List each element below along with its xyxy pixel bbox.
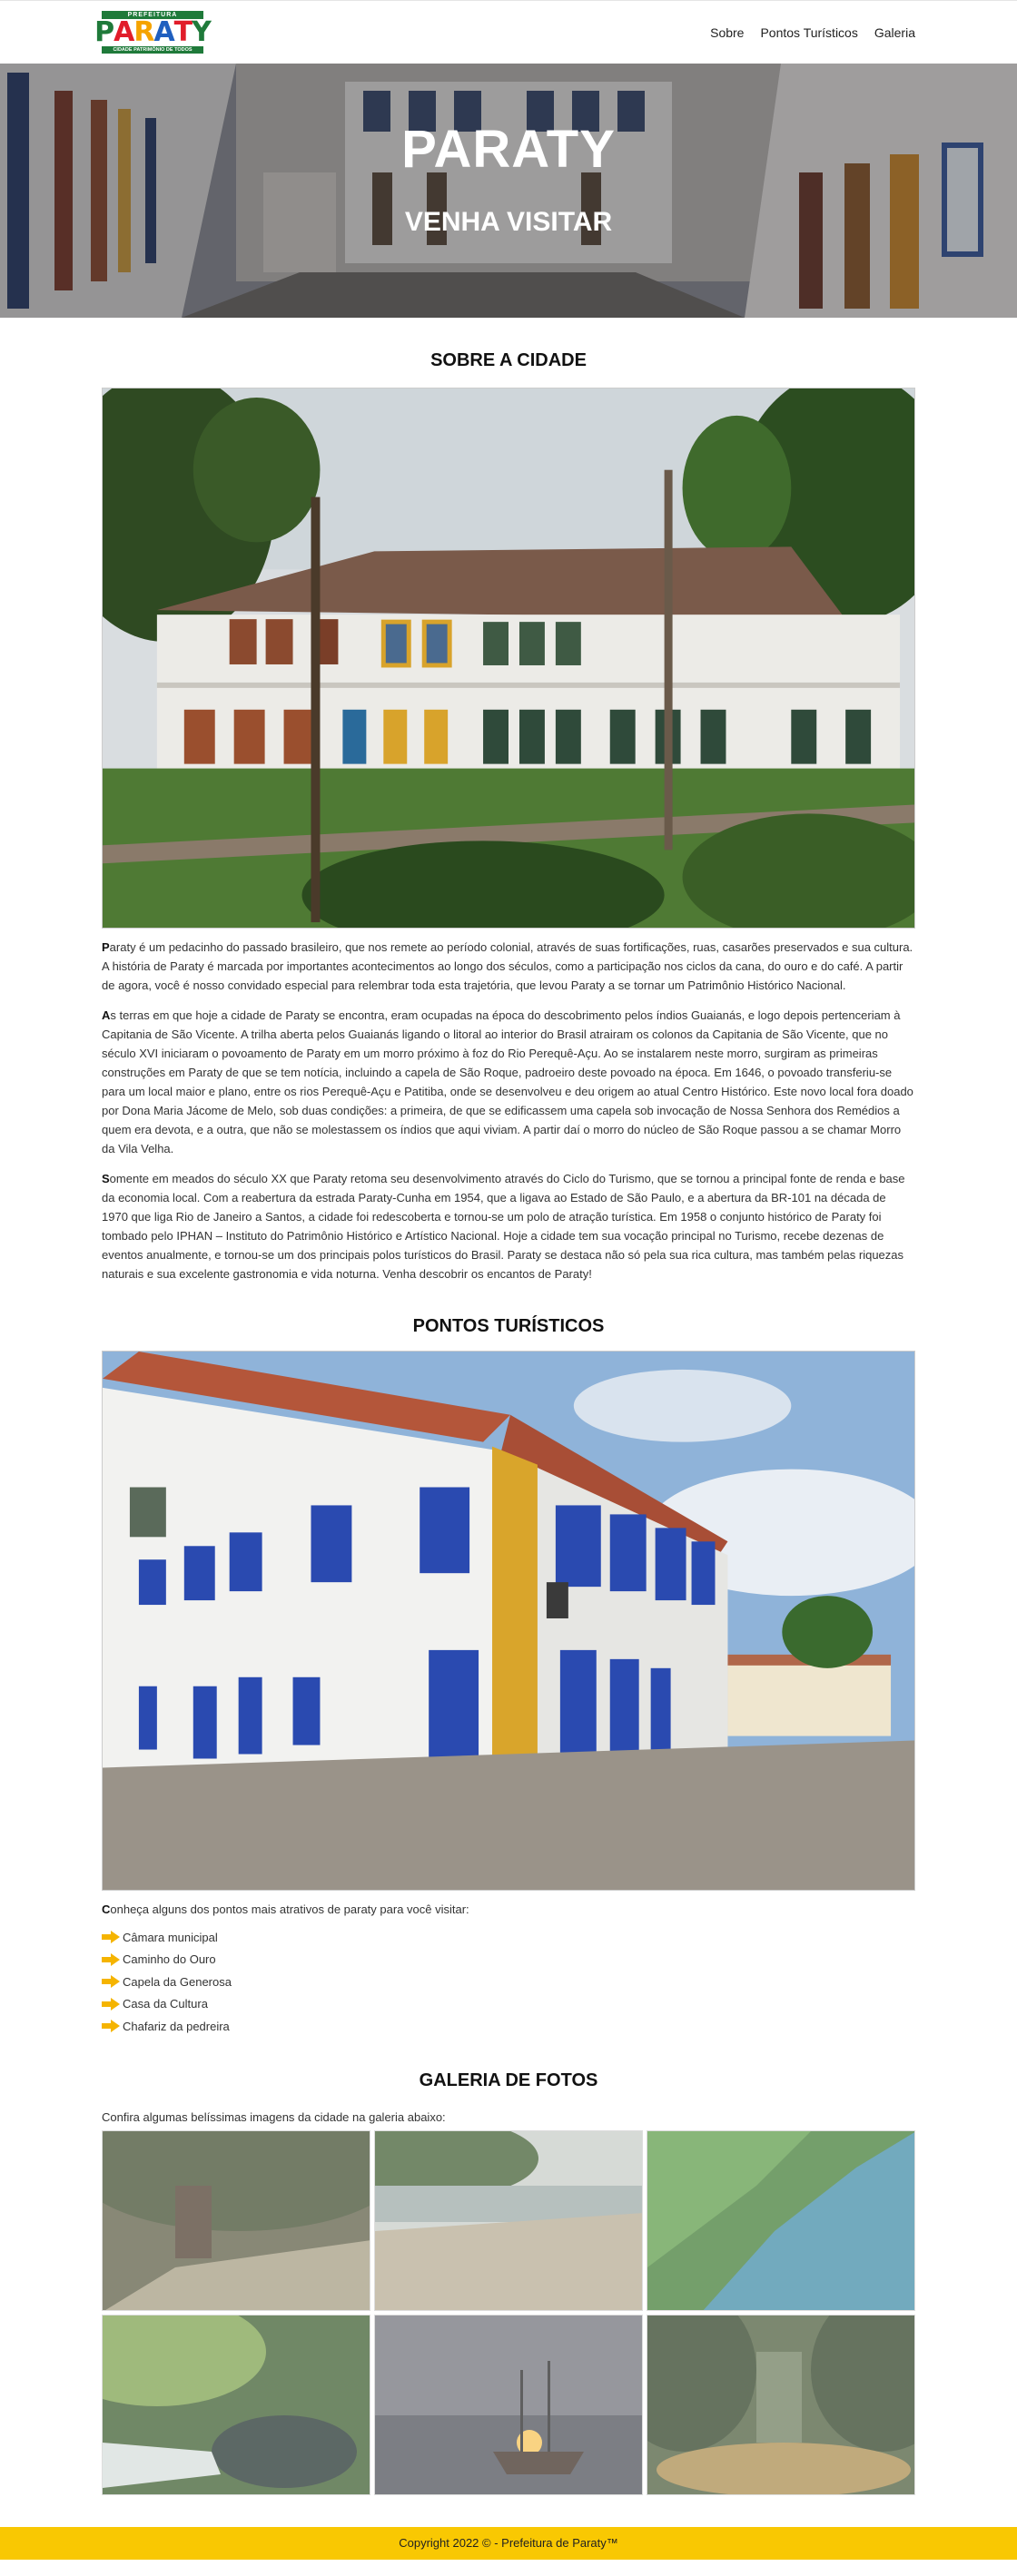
copyright-text: Copyright 2022 © - Prefeitura de Paraty™: [399, 2536, 618, 2550]
list-item: Capela da Generosa: [102, 1971, 915, 1993]
section-sobre: SOBRE A CIDADE Paraty é um pedacinho do …: [102, 318, 915, 1283]
paragraph-2: As terras em que hoje a cidade de Paraty…: [102, 1008, 913, 1155]
pontos-list: Câmara municipal Caminho do Ouro Capela da…: [102, 1926, 915, 2038]
list-item: Caminho do Ouro: [102, 1949, 915, 1971]
gallery-photo-1[interactable]: [102, 2129, 370, 2311]
gallery-photo-5[interactable]: [374, 2314, 643, 2495]
gallery-photo-3[interactable]: [647, 2129, 915, 2311]
nav-link-sobre[interactable]: Sobre: [710, 25, 744, 40]
arrow-right-icon: [102, 1975, 120, 1989]
pontos-intro: Conheça alguns dos pontos mais atrativos…: [102, 1903, 469, 1916]
list-item: Chafariz da pedreira: [102, 2015, 915, 2038]
paragraph-3: Somente em meados do século XX que Parat…: [102, 1172, 905, 1281]
nav-link-galeria[interactable]: Galeria: [874, 25, 915, 40]
list-item-label: Casa da Cultura: [123, 1997, 208, 2011]
arrow-right-icon: [102, 2020, 120, 2033]
section-title-pontos: PONTOS TURÍSTICOS: [412, 1316, 605, 1336]
list-item: Casa da Cultura: [102, 1993, 915, 2016]
section-title-galeria: GALERIA DE FOTOS: [419, 2070, 598, 2090]
hero-subtitle: VENHA VISITAR: [404, 207, 613, 237]
logo-letter: R: [133, 16, 154, 48]
site-header: PREFEITURA PARATY CIDADE PATRIMÔNIO DE T…: [0, 0, 1017, 64]
gallery-photo-4[interactable]: [102, 2314, 370, 2495]
galeria-intro: Confira algumas belíssimas imagens da ci…: [102, 2109, 446, 2124]
gallery-photo-2[interactable]: [374, 2129, 643, 2311]
site-footer: Copyright 2022 © - Prefeitura de Paraty™: [0, 2526, 1017, 2560]
arrow-right-icon: [102, 1931, 120, 1944]
main-nav: Sobre Pontos Turísticos Galeria: [710, 25, 915, 40]
logo-bottom-text: CIDADE PATRIMÔNIO DE TODOS: [102, 46, 203, 54]
section-pontos-turisticos: PONTOS TURÍSTICOS Conheça alguns dos pon…: [102, 1283, 915, 2038]
logo-letter: A: [153, 16, 174, 48]
logo-letter: T: [173, 16, 193, 48]
arrow-right-icon: [102, 1997, 120, 2011]
list-item-label: Câmara municipal: [123, 1930, 218, 1944]
logo-letter: P: [94, 16, 114, 48]
list-item-label: Capela da Generosa: [123, 1974, 232, 1989]
nav-link-pontos-turisticos[interactable]: Pontos Turísticos: [760, 25, 857, 40]
prefeitura-logo[interactable]: PREFEITURA PARATY CIDADE PATRIMÔNIO DE T…: [94, 9, 212, 56]
section-galeria: GALERIA DE FOTOS Confira algumas belíssi…: [102, 2038, 915, 2495]
list-item-label: Chafariz da pedreira: [123, 2019, 230, 2033]
logo-letter: Y: [192, 16, 212, 48]
historic-center-photo: [102, 388, 915, 929]
photo-gallery: [102, 2129, 915, 2495]
list-item-label: Caminho do Ouro: [123, 1952, 216, 1967]
logo-letter: A: [114, 16, 134, 48]
arrow-right-icon: [102, 1952, 120, 1966]
gallery-photo-6[interactable]: [647, 2314, 915, 2495]
hero-title: PARATY: [401, 120, 616, 179]
section-title-sobre: SOBRE A CIDADE: [430, 350, 587, 370]
hero-banner: PARATY VENHA VISITAR: [0, 64, 1017, 318]
list-item: Câmara municipal: [102, 1926, 915, 1949]
logo-wordmark: PARATY: [94, 16, 212, 48]
colonial-house-photo: [102, 1351, 915, 1891]
paragraph-1: Paraty é um pedacinho do passado brasile…: [102, 940, 913, 992]
